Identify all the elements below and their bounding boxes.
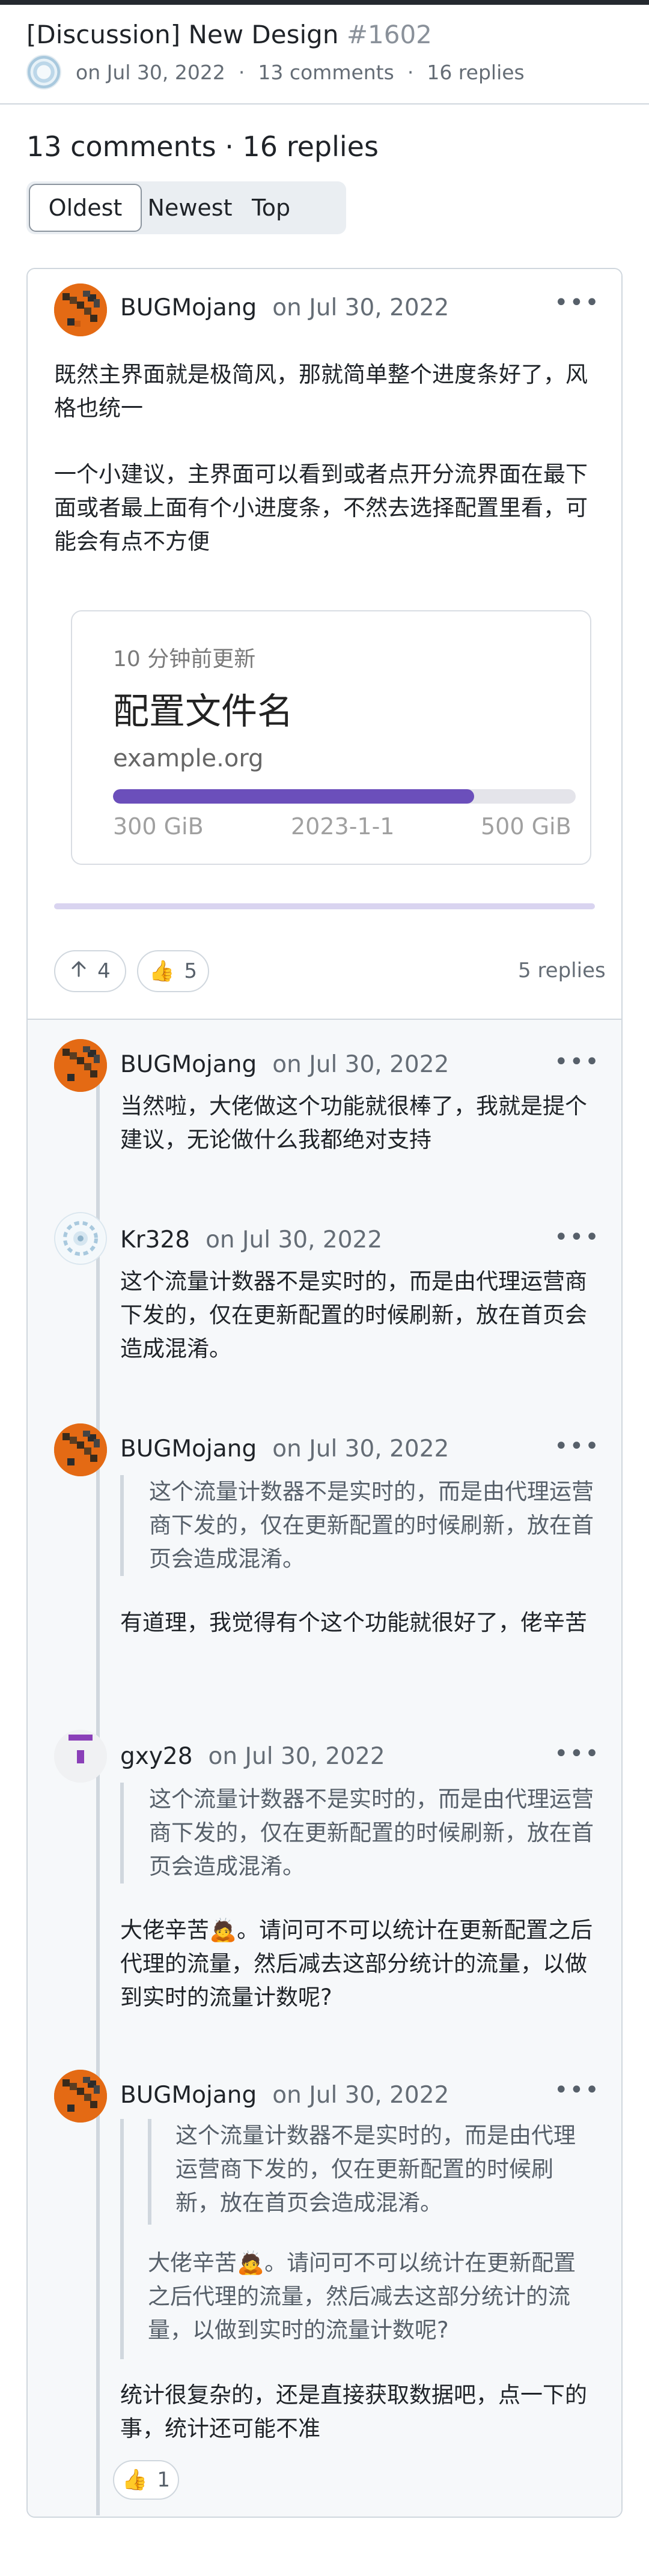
replies-count: 16 replies [427, 60, 525, 84]
comment-card: BUGMojang on Jul 30, 2022 ••• 既然主界面就是极简风，… [26, 268, 623, 2518]
discussion-date: on Jul 30, 2022 [76, 60, 225, 84]
comment-paragraph: 既然主界面就是极简风，那就简单整个进度条好了，风格也统一 [54, 362, 588, 421]
pickaxe-avatar-icon [54, 1039, 107, 1092]
reply-author: BUGMojang on Jul 30, 2022 [120, 1050, 449, 1080]
author-name[interactable]: BUGMojang [120, 294, 257, 321]
preview-total: 500 GiB [481, 813, 571, 840]
thumbs-up-reaction[interactable]: 👍 5 [137, 950, 209, 992]
preview-used: 300 GiB [113, 813, 204, 840]
more-options-icon[interactable]: ••• [554, 2078, 600, 2102]
thumbs-up-count: 1 [157, 2468, 170, 2492]
blockquote: 这个流量计数器不是实时的，而是由代理运营商下发的，仅在更新配置的时候刷新，放在首… [120, 1475, 601, 1576]
nested-blockquote: 这个流量计数器不是实时的，而是由代理运营商下发的，仅在更新配置的时候刷新，放在首… [148, 2119, 593, 2225]
design-preview-image: 10 分钟前更新 配置文件名 example.org 300 GiB 2023-… [71, 610, 591, 865]
quoted-text: 大佬辛苦🙇。请问可不可以统计在更新配置之后代理的流量，然后减去这部分统计的流量，… [148, 2250, 576, 2343]
preview-expiry: 2023-1-1 [291, 813, 395, 840]
reply-author: gxy28 on Jul 30, 2022 [120, 1742, 385, 1772]
reply-author: Kr328 on Jul 30, 2022 [120, 1225, 382, 1255]
separator-dot: · [238, 60, 245, 84]
thumbs-up-icon: 👍 [122, 2468, 148, 2492]
reply-date[interactable]: on Jul 30, 2022 [272, 2082, 449, 2109]
author-name[interactable]: BUGMojang [120, 1435, 257, 1462]
identicon-avatar-icon [54, 1730, 107, 1783]
author-name[interactable]: BUGMojang [120, 2082, 257, 2109]
tab-oldest[interactable]: Oldest [29, 184, 142, 232]
discussion-meta: on Jul 30, 2022 · 13 comments · 16 repli… [26, 54, 525, 90]
tab-newest[interactable]: Newest [142, 184, 238, 232]
reply-text: 大佬辛苦🙇。请问可不可以统计在更新配置之后代理的流量，然后减去这部分统计的流量，… [120, 1917, 593, 2010]
preview-updated: 10 分钟前更新 [113, 647, 256, 671]
avatar[interactable] [54, 1423, 107, 1476]
discussion-number: #1602 [346, 20, 432, 49]
separator-dot: · [407, 60, 414, 84]
reply-date[interactable]: on Jul 30, 2022 [272, 1051, 449, 1078]
thumbs-up-icon: 👍 [149, 959, 175, 983]
preview-progress-fill [113, 789, 474, 804]
discussion-title-text: [Discussion] New Design [26, 20, 339, 49]
preview-profile-name: 配置文件名 [113, 691, 293, 733]
avatar[interactable] [54, 1039, 107, 1092]
comments-summary: 13 comments · 16 replies [26, 130, 379, 163]
discussion-title: [Discussion] New Design #1602 [26, 18, 627, 52]
upvote-button[interactable]: 4 [54, 950, 126, 992]
thumbs-up-reaction[interactable]: 👍 1 [113, 2460, 179, 2500]
more-options-icon[interactable]: ••• [554, 291, 600, 315]
thread-line [96, 1068, 100, 2515]
reply-count[interactable]: 5 replies [518, 959, 606, 983]
preview-progress-track [113, 789, 576, 804]
reply-text: 统计很复杂的，还是直接获取数据吧，点一下的事，统计还可能不准 [120, 2382, 587, 2441]
thumbs-up-count: 5 [184, 959, 197, 983]
avatar[interactable] [54, 283, 107, 336]
pickaxe-avatar-icon [54, 2070, 107, 2123]
top-bar [0, 0, 649, 5]
author-avatar[interactable] [26, 55, 61, 89]
reply-author: BUGMojang on Jul 30, 2022 [120, 2080, 449, 2111]
reply-date[interactable]: on Jul 30, 2022 [206, 1226, 382, 1253]
pickaxe-avatar-icon [54, 283, 107, 336]
author-name[interactable]: BUGMojang [120, 1051, 257, 1078]
reply-text: 有道理，我觉得有个这个功能就很好了，佬辛苦 [120, 1610, 587, 1635]
preview-domain: example.org [113, 745, 264, 772]
image-separator [54, 903, 595, 909]
more-options-icon[interactable]: ••• [554, 1225, 600, 1249]
comment-author: BUGMojang on Jul 30, 2022 [120, 293, 449, 323]
avatar[interactable] [54, 2070, 107, 2123]
arrow-up-icon [70, 959, 88, 983]
reply-text: 当然啦，大佬做这个功能就很棒了，我就是提个建议，无论做什么我都绝对支持 [120, 1093, 587, 1153]
avatar[interactable] [54, 1212, 107, 1265]
blockquote: 这个流量计数器不是实时的，而是由代理运营商下发的，仅在更新配置的时候刷新，放在首… [120, 1783, 601, 1884]
avatar[interactable] [54, 1730, 107, 1783]
header-divider [0, 103, 649, 105]
author-name[interactable]: Kr328 [120, 1226, 190, 1253]
comment-date[interactable]: on Jul 30, 2022 [272, 294, 449, 321]
upvote-count: 4 [97, 959, 111, 983]
reply-date[interactable]: on Jul 30, 2022 [209, 1743, 385, 1770]
pickaxe-avatar-icon [54, 1423, 107, 1476]
sort-tabs: Oldest Newest Top [26, 181, 346, 234]
more-options-icon[interactable]: ••• [554, 1434, 600, 1458]
reply-date[interactable]: on Jul 30, 2022 [272, 1435, 449, 1462]
discussion-header: [Discussion] New Design #1602 on Jul 30,… [26, 18, 627, 89]
more-options-icon[interactable]: ••• [554, 1742, 600, 1766]
main-comment: BUGMojang on Jul 30, 2022 ••• 既然主界面就是极简风，… [28, 269, 621, 1019]
blockquote: 这个流量计数器不是实时的，而是由代理运营商下发的，仅在更新配置的时候刷新，放在首… [120, 2119, 601, 2359]
more-options-icon[interactable]: ••• [554, 1050, 600, 1074]
comment-paragraph: 一个小建议，主界面可以看到或者点开分流界面在最下面或者最上面有个小进度条，不然去… [54, 461, 588, 554]
flower-avatar-icon [56, 1214, 105, 1262]
author-name[interactable]: gxy28 [120, 1743, 193, 1770]
tab-top[interactable]: Top [238, 184, 304, 232]
comments-count: 13 comments [258, 60, 394, 84]
reply-author: BUGMojang on Jul 30, 2022 [120, 1434, 449, 1464]
reply-text: 这个流量计数器不是实时的，而是由代理运营商下发的，仅在更新配置的时候刷新，放在首… [120, 1268, 587, 1362]
